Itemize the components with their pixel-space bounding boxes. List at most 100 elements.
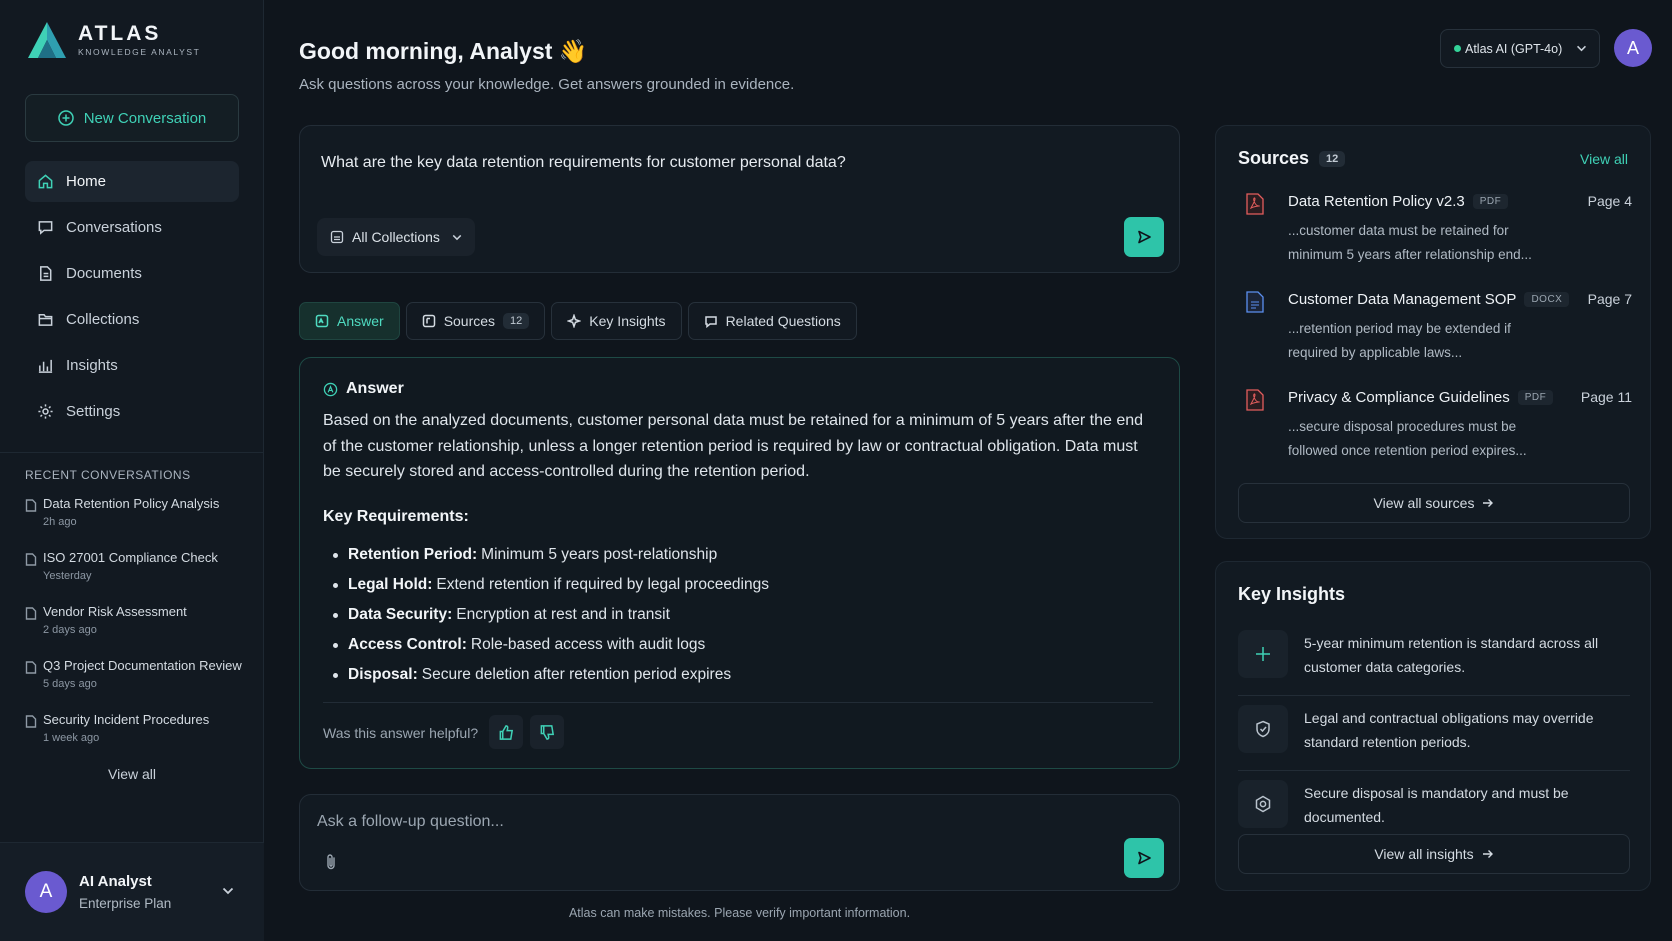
- brand-tagline: KNOWLEDGE ANALYST: [78, 47, 201, 57]
- requirement-text: Role-based access with audit logs: [470, 636, 706, 653]
- thumbs-down-button[interactable]: [530, 715, 564, 749]
- chat-icon: [38, 221, 53, 235]
- nav-item-settings[interactable]: Settings: [25, 391, 239, 432]
- source-name: Customer Data Management SOP: [1288, 291, 1517, 308]
- sources-title: Sources 12: [1238, 148, 1346, 169]
- followup-input[interactable]: [317, 809, 1017, 835]
- source-item[interactable]: Data Retention Policy v2.3 PDF Page 4 ..…: [1246, 193, 1632, 273]
- send-followup-button[interactable]: [1124, 838, 1164, 878]
- source-page: Page 11: [1580, 389, 1632, 405]
- page-subtitle: Ask questions across your knowledge. Get…: [299, 76, 795, 93]
- sources-title-text: Sources: [1238, 148, 1310, 168]
- recent-conversation-title: Q3 Project Documentation Review: [43, 658, 242, 673]
- send-query-button[interactable]: [1124, 217, 1164, 257]
- nav-item-home[interactable]: Home: [25, 161, 239, 202]
- view-all-sources-button[interactable]: View all sources: [1238, 483, 1630, 523]
- insight-icon-box: [1238, 705, 1288, 753]
- nav-label: Settings: [66, 403, 121, 420]
- user-avatar: A: [25, 871, 67, 913]
- tab-answer[interactable]: Answer: [299, 302, 400, 340]
- tab-label: Sources: [443, 313, 496, 329]
- requirement-text: Encryption at rest and in transit: [456, 606, 670, 623]
- tab-key-insights[interactable]: Key Insights: [551, 302, 682, 340]
- recent-conversation-item[interactable]: Security Incident Procedures 1 week ago: [25, 712, 250, 766]
- send-icon: [1138, 230, 1151, 244]
- main-nav: Home Conversations Documents Collections…: [25, 161, 239, 437]
- recent-conversation-item[interactable]: Data Retention Policy Analysis 2h ago: [25, 496, 250, 550]
- user-profile[interactable]: A AI Analyst Enterprise Plan: [0, 842, 264, 941]
- source-name: Data Retention Policy v2.3: [1288, 193, 1465, 210]
- model-name: Atlas AI (GPT-4o): [1465, 41, 1563, 56]
- user-plan: Enterprise Plan: [79, 896, 172, 911]
- sidebar: ATLAS KNOWLEDGE ANALYST New Conversation…: [0, 0, 264, 941]
- insight-item: Legal and contractual obligations may ov…: [1238, 695, 1630, 767]
- insight-item: Secure disposal is mandatory and must be…: [1238, 770, 1630, 842]
- header-avatar[interactable]: A: [1614, 29, 1652, 67]
- wave-emoji: 👋: [558, 38, 588, 64]
- sources-count-badge: 12: [503, 313, 530, 329]
- recent-conversation-time: 2h ago: [43, 516, 77, 528]
- requirement-item: Data Security: Encryption at rest and in …: [323, 600, 769, 630]
- collection-label: All Collections: [352, 229, 440, 245]
- new-conversation-label: New Conversation: [83, 109, 207, 127]
- requirement-label: Legal Hold:: [348, 576, 433, 593]
- document-icon: [25, 499, 37, 512]
- paperclip-icon[interactable]: [324, 853, 338, 871]
- nav-label: Documents: [66, 265, 142, 282]
- sources-panel: Sources 12 View all Data Retention Polic…: [1215, 125, 1651, 539]
- recent-conversation-item[interactable]: Vendor Risk Assessment 2 days ago: [25, 604, 250, 658]
- file-type-badge: PDF: [1517, 390, 1554, 405]
- home-icon: [38, 174, 53, 189]
- key-requirements-list: Retention Period: Minimum 5 years post-re…: [323, 540, 769, 690]
- tab-related-questions[interactable]: Related Questions: [687, 302, 857, 340]
- answer-heading: Answer: [323, 380, 404, 398]
- view-all-conversations-link[interactable]: View all: [0, 766, 264, 782]
- tab-sources[interactable]: Sources 12: [405, 302, 546, 340]
- requirement-label: Data Security:: [348, 606, 453, 623]
- nav-label: Collections: [66, 311, 140, 328]
- result-tabs: Answer Sources 12 Key Insights Related Q…: [299, 302, 857, 340]
- document-icon: [25, 661, 37, 674]
- collection-icon: [330, 230, 344, 244]
- source-item[interactable]: Customer Data Management SOP DOCX Page 7…: [1246, 291, 1632, 371]
- recent-conversation-title: ISO 27001 Compliance Check: [43, 550, 218, 565]
- nav-label: Conversations: [66, 219, 162, 236]
- requirement-text: Minimum 5 years post-relationship: [481, 546, 718, 563]
- query-text[interactable]: What are the key data retention requirem…: [321, 154, 846, 172]
- thumbs-up-button[interactable]: [489, 715, 523, 749]
- page-greeting: Good morning, Analyst 👋: [299, 38, 587, 65]
- nav-item-collections[interactable]: Collections: [25, 299, 239, 340]
- collection-selector[interactable]: All Collections: [317, 218, 475, 256]
- query-card: What are the key data retention requirem…: [299, 125, 1180, 273]
- nav-item-documents[interactable]: Documents: [25, 253, 239, 294]
- brand-logo[interactable]: ATLAS KNOWLEDGE ANALYST: [26, 20, 200, 60]
- sources-view-all-link[interactable]: View all: [1580, 151, 1628, 167]
- source-snippet: ...retention period may be extended if r…: [1288, 321, 1511, 360]
- view-all-insights-button[interactable]: View all insights: [1238, 834, 1630, 874]
- document-icon: [25, 553, 37, 566]
- recent-conversations-list: Data Retention Policy Analysis 2h ago IS…: [25, 496, 250, 766]
- key-requirements-title: Key Requirements:: [323, 508, 469, 525]
- followup-card: [299, 794, 1180, 891]
- arrow-right-icon: [1482, 850, 1493, 858]
- recent-conversation-title: Security Incident Procedures: [43, 712, 210, 727]
- answer-body: Based on the analyzed documents, custome…: [323, 412, 1144, 480]
- pdf-file-icon: [1246, 193, 1264, 215]
- file-type-badge: PDF: [1472, 194, 1509, 209]
- model-selector[interactable]: Atlas AI (GPT-4o): [1440, 29, 1600, 68]
- recent-conversation-time: 5 days ago: [43, 678, 97, 690]
- recent-conversation-item[interactable]: Q3 Project Documentation Review 5 days a…: [25, 658, 250, 712]
- answer-icon: [315, 314, 329, 328]
- pdf-file-icon: [1246, 389, 1264, 411]
- shield-icon: [1256, 720, 1270, 738]
- source-item[interactable]: Privacy & Compliance Guidelines PDF Page…: [1246, 389, 1632, 469]
- sparkle-icon: [1256, 647, 1270, 661]
- nav-item-conversations[interactable]: Conversations: [25, 207, 239, 248]
- chevron-down-icon[interactable]: [222, 887, 234, 895]
- nav-item-insights[interactable]: Insights: [25, 345, 239, 386]
- source-page: Page 4: [1587, 193, 1632, 209]
- thumbs-up-icon: [499, 724, 513, 740]
- new-conversation-button[interactable]: New Conversation: [25, 94, 239, 142]
- recent-conversation-item[interactable]: ISO 27001 Compliance Check Yesterday: [25, 550, 250, 604]
- docx-file-icon: [1246, 291, 1264, 313]
